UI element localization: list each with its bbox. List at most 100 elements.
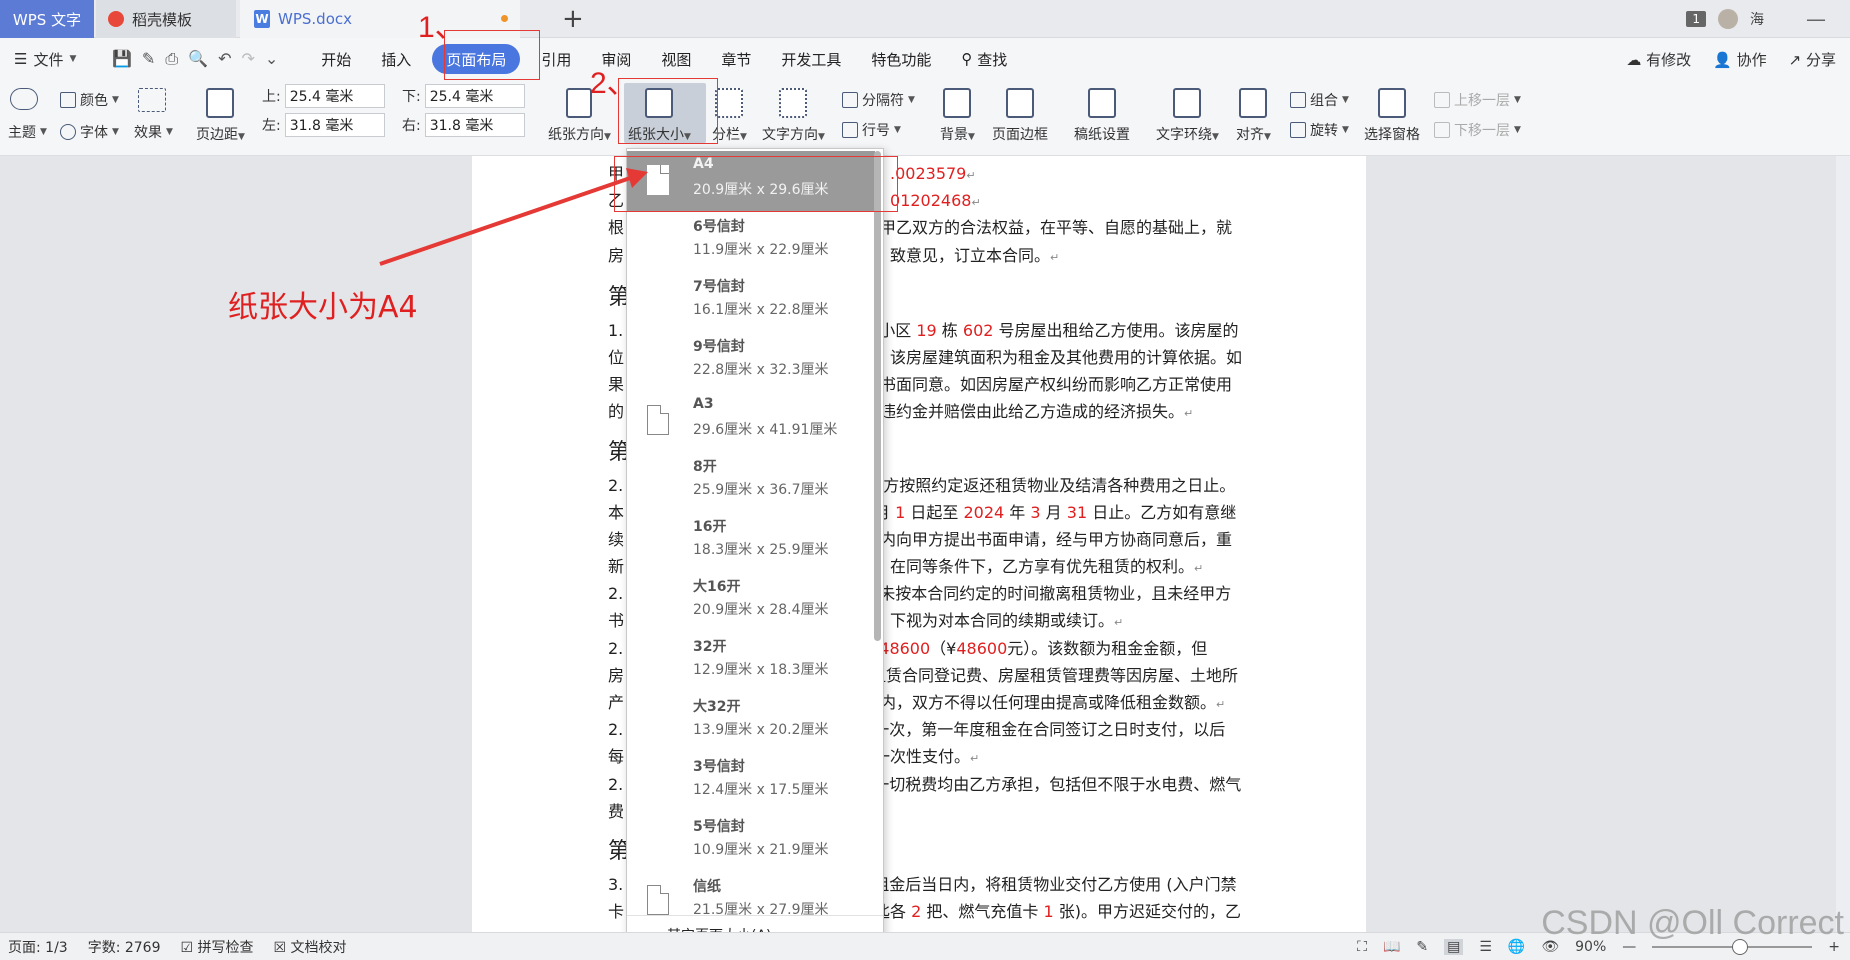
selection-pane-button[interactable]: 选择窗格	[1364, 88, 1420, 144]
save-icon[interactable]: 💾	[112, 49, 132, 69]
theme-button[interactable]: 主题 ▼	[8, 122, 47, 142]
proofread-icon: ☒	[273, 939, 291, 956]
tab-insert[interactable]: 插入	[366, 44, 426, 74]
new-tab-button[interactable]: +	[562, 4, 584, 34]
group-button[interactable]: 组合 ▼	[1290, 90, 1349, 110]
tab-home[interactable]: 开始	[306, 44, 366, 74]
tab-view[interactable]: 视图	[646, 44, 706, 74]
tab-find[interactable]: ⚲ 查找	[946, 44, 1022, 74]
paper-option-size: 12.4厘米 x 17.5厘米	[693, 782, 829, 798]
text-direction-icon	[779, 88, 808, 118]
word-doc-icon: W	[254, 10, 270, 28]
doc-text: 2.	[608, 584, 624, 604]
paper-option[interactable]: 7号信封 16.1厘米 x 22.8厘米	[627, 271, 875, 331]
doc-red-text: 2024	[963, 502, 1005, 522]
tab-section[interactable]: 章节	[706, 44, 766, 74]
doc-text: 元）。该数额为租金金额，但	[1007, 638, 1208, 658]
effect-label: 效果	[134, 125, 162, 141]
print-icon[interactable]: ⎙	[165, 49, 178, 69]
file-menu[interactable]: ☰ 文件 ▼	[0, 49, 100, 70]
theme-label: 主题	[8, 125, 36, 141]
bring-forward-button[interactable]: 上移一层 ▼	[1434, 90, 1521, 110]
zoom-slider[interactable]	[1652, 939, 1813, 955]
tab-templates-label: 稻壳模板	[132, 10, 193, 29]
paper-option[interactable]: 3号信封 12.4厘米 x 17.5厘米	[627, 751, 875, 811]
fullscreen-icon[interactable]: ⛶	[1357, 939, 1367, 955]
tab-wps-writer-label: WPS 文字	[12, 10, 82, 29]
doc-text: 果	[608, 375, 625, 395]
align-button[interactable]: 对齐▼	[1236, 88, 1271, 144]
margins-button[interactable]: 页边距▼	[196, 88, 245, 144]
page-border-button[interactable]: 页面边框	[992, 88, 1048, 144]
paper-option[interactable]: 大32开 13.9厘米 x 20.2厘米	[627, 691, 875, 751]
paper-option[interactable]: 16开 18.3厘米 x 25.9厘米	[627, 511, 875, 571]
text-wrap-button[interactable]: 文字环绕▼	[1156, 88, 1219, 144]
proofread-button[interactable]: ☒ 文档校对	[274, 937, 347, 957]
paper-option-size: 13.9厘米 x 20.2厘米	[693, 722, 829, 738]
send-backward-button[interactable]: 下移一层 ▼	[1434, 120, 1521, 140]
paper-option[interactable]: 32开 12.9厘米 x 18.3厘米	[627, 631, 875, 691]
top-margin-input[interactable]	[284, 84, 385, 108]
doc-text: 在同等条件下，乙方享有优先租赁的权利。	[890, 557, 1195, 577]
print-preview-icon[interactable]: 🔍	[188, 49, 208, 69]
breaks-button[interactable]: 分隔符 ▼	[842, 90, 915, 110]
modified-button[interactable]: ☁ 有修改	[1626, 49, 1691, 70]
doc-text: 2.	[608, 475, 624, 495]
redo-icon[interactable]: ↷	[241, 49, 254, 69]
collaborate-button[interactable]: 👤 协作	[1713, 49, 1766, 70]
web-view-icon[interactable]: 🌐	[1508, 939, 1525, 955]
menu-scrollbar[interactable]	[874, 151, 881, 641]
minimize-button[interactable]: —	[1806, 7, 1826, 31]
pen-icon[interactable]: ✎	[1416, 939, 1428, 955]
rotate-button[interactable]: 旋转 ▼	[1290, 120, 1349, 140]
paper-option[interactable]: 5号信封 10.9厘米 x 21.9厘米	[627, 811, 875, 871]
page-indicator[interactable]: 页面: 1/3	[8, 937, 68, 957]
document-page[interactable]: 甲 .0023579↵ 乙 01202468↵ 根甲乙双方的合法权益，在平等、自愿的…	[472, 156, 1366, 932]
paper-option-size: 16.1厘米 x 22.8厘米	[693, 302, 829, 318]
line-numbers-button[interactable]: 行号 ▼	[842, 120, 901, 140]
selection-pane-label: 选择窗格	[1364, 127, 1420, 143]
orientation-text: 纸张方向	[548, 127, 604, 143]
paper-option-size: 18.3厘米 x 25.9厘米	[693, 542, 829, 558]
paper-option[interactable]: 8开 25.9厘米 x 36.7厘米	[627, 451, 875, 511]
format-painter-icon[interactable]: ✎	[142, 49, 155, 69]
left-margin-input[interactable]	[284, 113, 385, 137]
effect-icon-wrap[interactable]	[138, 88, 166, 112]
paper-option[interactable]: 6号信封 11.9厘米 x 22.9厘米	[627, 211, 875, 271]
tab-special[interactable]: 特色功能	[856, 44, 946, 74]
spell-check-button[interactable]: ☑ 拼写检查	[181, 937, 254, 957]
chevron-down-icon: ▼	[968, 132, 975, 142]
effect-button[interactable]: 效果 ▼	[134, 122, 173, 142]
background-button[interactable]: 背景▼	[940, 88, 975, 144]
paper-option[interactable]: 大16开 20.9厘米 x 28.4厘米	[627, 571, 875, 631]
share-button[interactable]: ↗ 分享	[1789, 49, 1836, 70]
page-view-icon[interactable]: ▤	[1444, 939, 1464, 955]
window-count-badge[interactable]: 1	[1686, 11, 1706, 27]
tab-developer[interactable]: 开发工具	[766, 44, 856, 74]
right-margin-input[interactable]	[424, 113, 525, 137]
tab-templates[interactable]: 稻壳模板	[96, 0, 236, 38]
paper-option-name: 7号信封	[693, 279, 745, 295]
word-count[interactable]: 字数: 2769	[88, 937, 161, 957]
customize-toolbar-icon[interactable]: ⌄	[265, 49, 278, 69]
theme-palette-icon[interactable]	[10, 88, 38, 110]
vertical-scrollbar[interactable]	[1836, 156, 1850, 932]
paper-option[interactable]: 9号信封 22.8厘米 x 32.3厘米	[627, 331, 875, 391]
outline-view-icon[interactable]: ☰	[1479, 939, 1492, 955]
paper-option-name: 大16开	[693, 579, 741, 595]
doc-text: 2.	[608, 638, 624, 658]
user-icon: 👤	[1713, 50, 1737, 69]
text-direction-button[interactable]: 文字方向▼	[762, 88, 825, 144]
avatar[interactable]	[1718, 9, 1738, 29]
align-text: 对齐	[1236, 127, 1264, 143]
manuscript-button[interactable]: 稿纸设置	[1074, 88, 1130, 144]
undo-icon[interactable]: ↶	[218, 49, 231, 69]
user-name[interactable]: 海	[1750, 9, 1764, 29]
color-button[interactable]: 颜色 ▼	[60, 90, 119, 110]
font-button[interactable]: 字体 ▼	[60, 122, 119, 142]
doc-red-text: 01202468	[890, 191, 972, 211]
paper-option-a3[interactable]: A3 29.6厘米 x 41.91厘米	[627, 391, 875, 451]
tab-wps-writer[interactable]: WPS 文字	[0, 0, 94, 38]
bottom-margin-input[interactable]	[424, 84, 525, 108]
read-mode-icon[interactable]: 📖	[1383, 939, 1400, 955]
